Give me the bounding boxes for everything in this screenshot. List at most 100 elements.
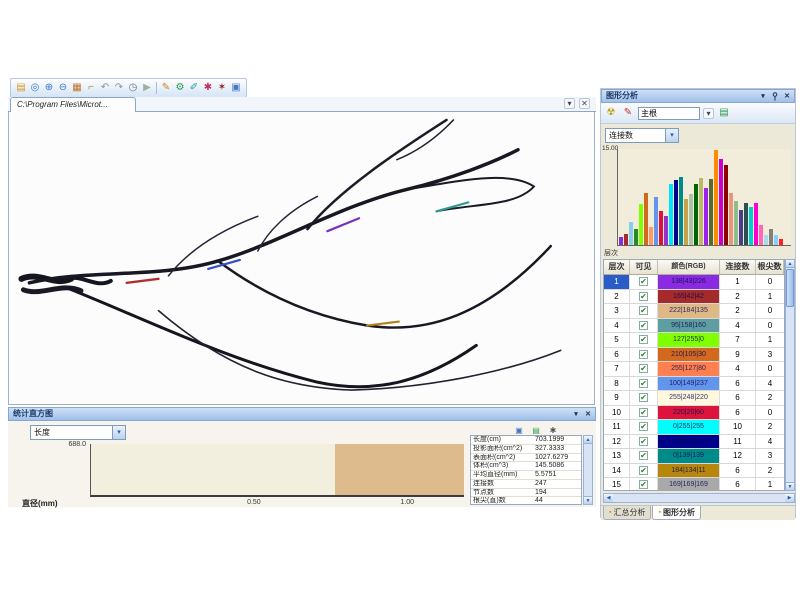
panel-tab-汇总分析[interactable]: ▪汇总分析 (603, 506, 651, 520)
table-row[interactable]: 11✔0|255|255102 (604, 420, 784, 435)
level-cell[interactable]: 10 (604, 406, 630, 420)
level-cell[interactable]: 3 (604, 304, 630, 318)
checkbox-icon[interactable]: ✔ (639, 480, 648, 489)
table-row[interactable]: 7✔255|127|8040 (604, 362, 784, 377)
table-row[interactable]: 13✔0|139|139123 (604, 449, 784, 464)
input-dropdown-icon[interactable]: ▾ (703, 108, 714, 119)
checkbox-icon[interactable]: ✔ (639, 422, 648, 431)
undo-icon[interactable]: ↶ (98, 80, 112, 96)
panel-tab-图形分析[interactable]: ▪图形分析 (652, 506, 700, 520)
visible-cell[interactable]: ✔ (630, 348, 658, 362)
checkbox-icon[interactable]: ✔ (639, 306, 648, 315)
marker-icon[interactable]: ✎ (621, 105, 635, 121)
table-horizontal-scrollbar[interactable]: ◀ ▶ (603, 493, 795, 503)
table-row[interactable]: 12✔0|0|139114 (604, 435, 784, 450)
timer-icon[interactable]: ◷ (126, 80, 140, 96)
bottom-panel-close-icon[interactable]: ✕ (583, 409, 593, 419)
stats-scrollbar[interactable]: ▲ ▼ (583, 435, 593, 505)
visible-cell[interactable]: ✔ (630, 290, 658, 304)
checkbox-icon[interactable]: ✔ (639, 437, 648, 446)
play-icon[interactable]: ▶ (140, 80, 154, 96)
table-row[interactable]: 1✔138|43|22610 (604, 275, 784, 290)
visible-cell[interactable]: ✔ (630, 435, 658, 449)
pin-icon[interactable] (770, 91, 780, 101)
right-panel-close-icon[interactable]: ✕ (782, 91, 792, 101)
level-cell[interactable]: 6 (604, 348, 630, 362)
checkbox-icon[interactable]: ✔ (639, 466, 648, 475)
visible-cell[interactable]: ✔ (630, 391, 658, 405)
visible-cell[interactable]: ✔ (630, 333, 658, 347)
level-cell[interactable]: 2 (604, 290, 630, 304)
root-name-input[interactable] (638, 107, 700, 120)
dropdown-arrow-icon[interactable]: ▾ (112, 426, 125, 439)
zoom-fit-icon[interactable]: ◎ (28, 80, 42, 96)
right-panel-chevron-icon[interactable]: ▾ (758, 91, 768, 101)
zoom-out-icon[interactable]: ⊖ (56, 80, 70, 96)
visible-cell[interactable]: ✔ (630, 377, 658, 391)
checkbox-icon[interactable]: ✔ (639, 321, 648, 330)
document-close-icon[interactable]: ✕ (579, 98, 590, 109)
visible-cell[interactable]: ✔ (630, 420, 658, 434)
export-green-icon[interactable]: ▤ (717, 105, 731, 121)
level-cell[interactable]: 5 (604, 333, 630, 347)
visible-cell[interactable]: ✔ (630, 362, 658, 376)
scroll-down-icon[interactable]: ▼ (584, 496, 592, 504)
level-cell[interactable]: 15 (604, 478, 630, 491)
open-folder-icon[interactable]: ▤ (14, 80, 28, 96)
tab-list-chevron-icon[interactable]: ▾ (564, 98, 575, 109)
checkbox-icon[interactable]: ✔ (639, 451, 648, 460)
visible-cell[interactable]: ✔ (630, 464, 658, 478)
select-region-icon[interactable]: ▦ (70, 80, 84, 96)
table-row[interactable]: 3✔222|184|13520 (604, 304, 784, 319)
scroll-up-icon[interactable]: ▲ (786, 260, 794, 268)
table-row[interactable]: 6✔210|105|3093 (604, 348, 784, 363)
edit-pencil-icon[interactable]: ✎ (159, 80, 173, 96)
level-cell[interactable]: 8 (604, 377, 630, 391)
scroll-left-icon[interactable]: ◀ (604, 494, 613, 502)
dropdown-arrow-icon[interactable]: ▾ (665, 129, 678, 142)
level-cell[interactable]: 13 (604, 449, 630, 463)
table-row[interactable]: 10✔220|20|6060 (604, 406, 784, 421)
trace-path-icon[interactable]: ✐ (187, 80, 201, 96)
metric-select-bottom[interactable]: 长度 ▾ (30, 425, 126, 440)
checkbox-icon[interactable]: ✔ (639, 277, 648, 286)
analyze-star-icon[interactable]: ✱ (201, 80, 215, 96)
level-cell[interactable]: 11 (604, 420, 630, 434)
level-cell[interactable]: 14 (604, 464, 630, 478)
table-row[interactable]: 15✔169|169|16961 (604, 478, 784, 491)
level-cell[interactable]: 1 (604, 275, 630, 289)
mark-root-icon[interactable]: ✶ (215, 80, 229, 96)
scroll-up-icon[interactable]: ▲ (584, 436, 592, 444)
table-row[interactable]: 8✔100|149|23764 (604, 377, 784, 392)
bottom-panel-chevron-icon[interactable]: ▾ (571, 409, 581, 419)
zoom-in-icon[interactable]: ⊕ (42, 80, 56, 96)
image-canvas[interactable] (8, 112, 595, 405)
table-row[interactable]: 9✔255|248|22062 (604, 391, 784, 406)
level-cell[interactable]: 7 (604, 362, 630, 376)
table-row[interactable]: 4✔95|158|16040 (604, 319, 784, 334)
checkbox-icon[interactable]: ✔ (639, 335, 648, 344)
visible-cell[interactable]: ✔ (630, 406, 658, 420)
redo-icon[interactable]: ↷ (112, 80, 126, 96)
visible-cell[interactable]: ✔ (630, 478, 658, 491)
checkbox-icon[interactable]: ✔ (639, 408, 648, 417)
document-tab[interactable]: C:\Program Files\Microt... (10, 97, 136, 112)
table-row[interactable]: 2✔165|42|4221 (604, 290, 784, 305)
image-icon[interactable]: ▣ (229, 80, 243, 96)
level-cell[interactable]: 12 (604, 435, 630, 449)
level-cell[interactable]: 4 (604, 319, 630, 333)
scrollbar-thumb[interactable] (786, 269, 794, 307)
metric-select-right[interactable]: 连接数 ▾ (605, 128, 679, 143)
checkbox-icon[interactable]: ✔ (639, 393, 648, 402)
radiation-icon[interactable]: ☢ (604, 105, 618, 121)
table-row[interactable]: 5✔127|255|071 (604, 333, 784, 348)
checkbox-icon[interactable]: ✔ (639, 364, 648, 373)
checkbox-icon[interactable]: ✔ (639, 350, 648, 359)
rotate-icon[interactable]: ⌐ (84, 80, 98, 96)
level-cell[interactable]: 9 (604, 391, 630, 405)
visible-cell[interactable]: ✔ (630, 275, 658, 289)
checkbox-icon[interactable]: ✔ (639, 292, 648, 301)
scroll-down-icon[interactable]: ▼ (786, 482, 794, 490)
visible-cell[interactable]: ✔ (630, 319, 658, 333)
table-row[interactable]: 14✔184|134|1162 (604, 464, 784, 479)
